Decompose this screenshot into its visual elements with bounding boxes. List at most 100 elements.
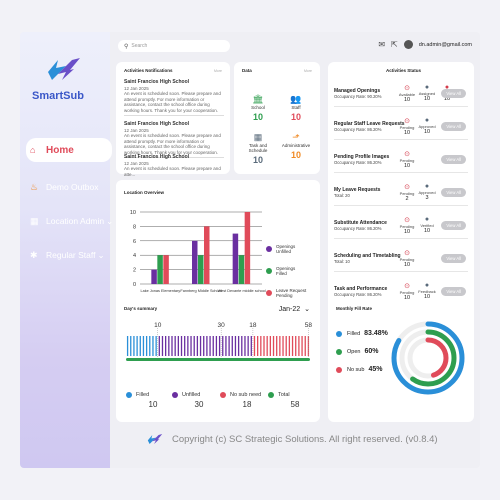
status-icon: ⊙: [404, 118, 410, 125]
activity-stat: ⊙ Pending 10: [396, 117, 418, 136]
fill-rate-card: Monthly Fill Rate Filled 83.48% Open 60%…: [328, 300, 474, 422]
data-more[interactable]: More: [304, 69, 312, 73]
mail-icon[interactable]: ✉: [378, 40, 385, 49]
bar: [238, 255, 245, 284]
sidebar-item-home[interactable]: ⌂ Home: [26, 138, 112, 162]
activity-stat-value: 10: [403, 130, 411, 136]
status-icon: ⊙: [404, 184, 410, 191]
legend-dot: [266, 290, 272, 296]
fill-dot: [336, 330, 342, 337]
brand-name: SmartSub: [32, 90, 84, 102]
notification-body: An event is scheduled soon. Please prepa…: [124, 91, 221, 113]
stat-value: 30: [194, 400, 204, 409]
activity-stat-value: 10: [423, 228, 431, 234]
activity-stat-value: 10: [423, 96, 431, 102]
notifications-more[interactable]: More: [214, 69, 222, 73]
sidebar-item-label: Home: [46, 144, 74, 156]
x-tick-label: Lake Jonas Elementary: [140, 289, 180, 293]
avatar[interactable]: [403, 40, 413, 49]
notification-item[interactable]: Saint Francios High School 12 Jan 2025 A…: [124, 121, 224, 158]
search-input[interactable]: ⚲ Search: [118, 40, 230, 52]
status-icon: ●: [424, 117, 430, 124]
view-all-button[interactable]: View All: [441, 188, 466, 197]
day-summary-card: Day's summary Jan-22 ⌄ 10 30 18 58 Filled 1…: [116, 300, 320, 422]
activity-stat: ⊙ Available 10: [396, 84, 418, 103]
activity-stat: ⊙ Pending 2: [396, 183, 418, 202]
status-icon: ●: [424, 183, 430, 190]
fill-item-open: Open 60%: [336, 348, 378, 355]
fill-dot: [336, 366, 342, 373]
month-select[interactable]: Jan-22 ⌄: [279, 305, 310, 314]
export-icon[interactable]: ⇱: [391, 40, 398, 49]
status-icon: ⊙: [404, 85, 410, 92]
data-item-label: School: [251, 105, 265, 110]
y-tick-label: 6: [133, 239, 136, 245]
sidebar-item-location-admin[interactable]: ▦ Location Admin ⌄: [20, 214, 120, 228]
home-icon: ⌂: [30, 145, 36, 155]
chevron-down-icon: ⌄: [304, 306, 310, 313]
bar: [163, 255, 169, 284]
data-item-value: 10: [290, 112, 301, 122]
data-item-staff[interactable]: 👥 Staff 10: [278, 94, 314, 122]
location-bar-chart: 0 2 4 6 8 10 Lake Jonas Elementary Fannberg Mid…: [130, 210, 266, 293]
y-tick-label: 10: [130, 210, 136, 216]
activity-stat-value: 2: [405, 196, 409, 202]
sidebar: SmartSub ⌂ Home ♨ Demo Outbox ▦ Location…: [20, 32, 113, 468]
status-icon: ●: [424, 282, 430, 289]
bar: [244, 212, 251, 284]
activity-sub: Occupancy Rate: 86.20%: [334, 292, 382, 297]
admin-icon: ⬏: [292, 132, 300, 142]
y-tick-label: 8: [133, 224, 136, 230]
marker-label: 58: [305, 322, 313, 329]
data-item-label: Task and Schedule: [248, 143, 268, 153]
activity-sub: Occupancy Rate: 86.20%: [334, 160, 382, 165]
data-item-label: Administrative: [281, 143, 311, 148]
status-icon: ●: [424, 84, 430, 91]
user-email[interactable]: dn.admin@gmail.com: [419, 42, 472, 48]
stat-no-sub-need: No sub need 18: [220, 392, 274, 409]
data-item-value: 10: [290, 150, 301, 160]
stat-label: Total: [278, 392, 290, 398]
status-icon: ⊙: [404, 250, 410, 257]
x-tick-label: West Devante middle school: [218, 289, 266, 293]
activity-stat: ⊙ Pending 10: [396, 282, 418, 301]
activities-title: Activities Status: [386, 68, 422, 73]
activity-row: Scheduling and Timetabling Total: 10 ⊙ Pend…: [334, 245, 468, 272]
activity-sub: Occupancy Rate: 90.20%: [334, 94, 382, 99]
calendar-icon: ▦: [253, 132, 263, 142]
activity-row: Pending Profile Images Occupancy Rate: 86…: [334, 146, 468, 173]
data-item-administrative[interactable]: ⬏ Administrative 10: [278, 132, 314, 160]
sidebar-item-label: Demo Outbox: [46, 182, 99, 192]
legend-dot: [266, 246, 272, 252]
fill-value: 60%: [364, 348, 379, 355]
activity-stat: ● Approved 10: [416, 117, 438, 135]
view-all-button[interactable]: View All: [441, 254, 466, 263]
buildings-icon: ▦: [30, 215, 39, 226]
fill-dot: [336, 348, 342, 355]
notification-item[interactable]: Saint Francios High School 12 Jan 2025 A…: [124, 154, 224, 177]
activity-sub: Occupancy Rate: 86.20%: [334, 127, 382, 132]
sidebar-item-regular-staff[interactable]: ✱ Regular Staff ⌄: [20, 248, 120, 262]
bar: [192, 240, 198, 284]
activity-row: Substitute Attendance Occupancy Rate: 86.…: [334, 212, 468, 239]
location-title: Location Overview: [124, 190, 165, 195]
status-icon: ●: [424, 216, 430, 223]
day-summary-title: Day's summary: [124, 306, 158, 311]
view-all-button[interactable]: View All: [441, 287, 466, 296]
activity-stat: ● Approved 3: [416, 183, 438, 201]
view-all-button[interactable]: View All: [441, 155, 466, 164]
notification-body: An event is scheduled soon. Please prepa…: [124, 133, 221, 155]
activity-stat: ⊙ Pending 10: [396, 249, 418, 268]
data-item-task-schedule[interactable]: ▦ Task and Schedule 10: [240, 132, 276, 165]
data-item-school[interactable]: 🏛 School 10: [240, 94, 276, 122]
search-icon: ⚲: [124, 43, 129, 50]
sidebar-item-demo-outbox[interactable]: ♨ Demo Outbox: [20, 180, 120, 194]
footer: Copyright (c) SC Strategic Solutions. Al…: [146, 432, 476, 446]
notification-item[interactable]: Saint Francios High School 12 Jan 2025 A…: [124, 79, 224, 116]
view-all-button[interactable]: View All: [441, 122, 466, 131]
view-all-button[interactable]: View All: [441, 89, 466, 98]
view-all-button[interactable]: View All: [441, 221, 466, 230]
total-bar: [126, 358, 310, 361]
activity-stat: ⊙ Pending 10: [396, 216, 418, 235]
status-icon: ⊙: [404, 283, 410, 290]
